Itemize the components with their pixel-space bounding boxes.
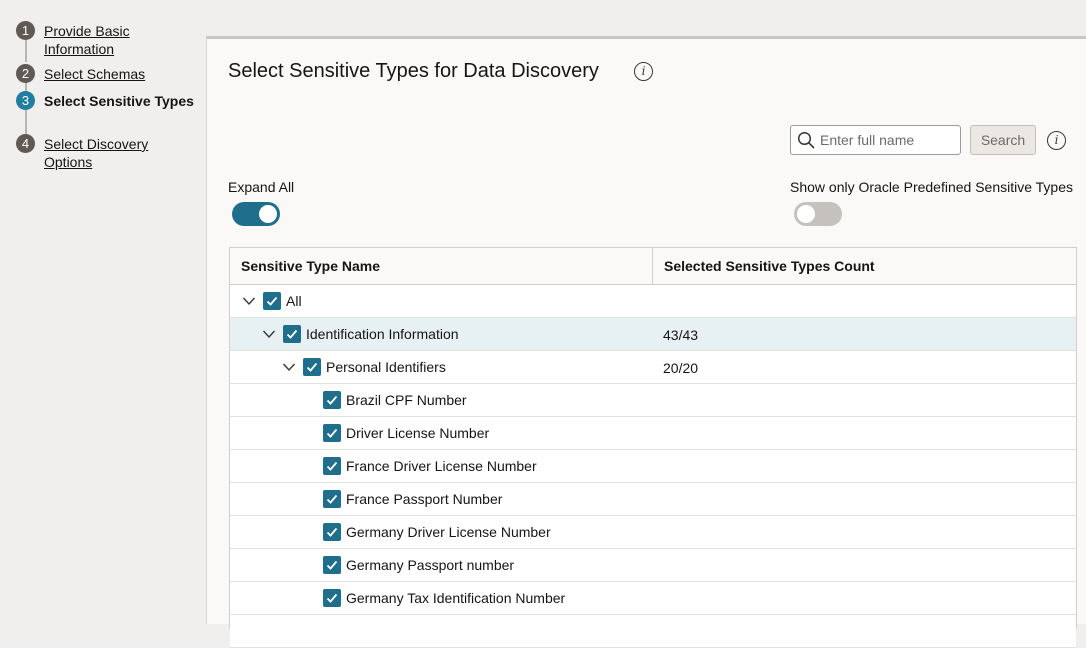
table-row[interactable] — [230, 615, 1076, 648]
row-label: All — [286, 293, 302, 309]
checkmark-icon — [326, 395, 338, 405]
row-label: Personal Identifiers — [326, 359, 446, 375]
table-row[interactable]: Driver License Number — [230, 417, 1076, 450]
checkbox-checked[interactable] — [323, 424, 341, 442]
row-label: Driver License Number — [346, 425, 490, 441]
oracle-predefined-label: Show only Oracle Predefined Sensitive Ty… — [790, 179, 1074, 195]
step-number: 3 — [16, 91, 35, 110]
chevron-down-icon[interactable] — [282, 360, 296, 374]
page-title: Select Sensitive Types for Data Discover… — [228, 60, 599, 82]
row-label: Germany Driver License Number — [346, 524, 551, 540]
checkmark-icon — [326, 527, 338, 537]
checkbox-checked[interactable] — [303, 358, 321, 376]
row-label: Germany Tax Identification Number — [346, 590, 566, 606]
row-label: Germany Passport number — [346, 557, 515, 573]
main-panel: Select Sensitive Types for Data Discover… — [206, 36, 1086, 648]
search-button[interactable]: Search — [970, 125, 1036, 155]
row-label: France Driver License Number — [346, 458, 537, 474]
checkbox-checked[interactable] — [323, 457, 341, 475]
checkbox-checked[interactable] — [323, 556, 341, 574]
train-connector — [25, 82, 27, 91]
switch-knob — [797, 205, 815, 223]
checkmark-icon — [326, 560, 338, 570]
row-count: 43/43 — [663, 327, 699, 343]
row-label: Identification Information — [306, 326, 459, 342]
table-row[interactable]: Personal Identifiers 20/20 — [230, 351, 1076, 384]
step-label[interactable]: Select Discovery Options — [44, 135, 194, 171]
checkbox-checked[interactable] — [323, 490, 341, 508]
table-header: Sensitive Type Name Selected Sensitive T… — [230, 248, 1076, 285]
sensitive-types-table: Sensitive Type Name Selected Sensitive T… — [229, 247, 1077, 648]
checkbox-checked[interactable] — [323, 523, 341, 541]
progress-train: 1 Provide Basic Information 2 Select Sch… — [0, 0, 206, 621]
table-row[interactable]: Identification Information 43/43 — [230, 318, 1076, 351]
column-header-name[interactable]: Sensitive Type Name — [241, 248, 380, 284]
step-label[interactable]: Provide Basic Information — [44, 22, 194, 58]
expand-all-label: Expand All — [228, 179, 295, 195]
table-row[interactable]: Germany Driver License Number — [230, 516, 1076, 549]
train-connector — [25, 40, 27, 62]
expand-all-switch[interactable] — [232, 202, 280, 226]
search-field[interactable] — [790, 125, 961, 155]
search-input[interactable] — [820, 126, 954, 154]
table-row[interactable]: France Driver License Number — [230, 450, 1076, 483]
checkmark-icon — [326, 494, 338, 504]
checkbox-checked[interactable] — [323, 589, 341, 607]
column-header-count[interactable]: Selected Sensitive Types Count — [664, 248, 875, 284]
info-icon[interactable]: i — [1047, 131, 1066, 150]
checkmark-icon — [306, 362, 318, 372]
chevron-down-icon[interactable] — [262, 327, 276, 341]
info-icon[interactable]: i — [634, 62, 653, 81]
checkmark-icon — [286, 329, 298, 339]
train-connector — [25, 109, 27, 134]
checkbox-checked[interactable] — [323, 391, 341, 409]
checkbox-checked[interactable] — [283, 325, 301, 343]
step-number: 4 — [16, 134, 35, 153]
checkmark-icon — [326, 428, 338, 438]
checkmark-icon — [326, 461, 338, 471]
checkbox-checked[interactable] — [263, 292, 281, 310]
step-label[interactable]: Select Schemas — [44, 65, 194, 83]
table-row[interactable]: France Passport Number — [230, 483, 1076, 516]
column-divider[interactable] — [652, 248, 653, 284]
checkmark-icon — [326, 593, 338, 603]
table-row[interactable]: Germany Tax Identification Number — [230, 582, 1076, 615]
step-number: 1 — [16, 21, 35, 40]
search-icon — [797, 131, 815, 149]
row-count: 20/20 — [663, 360, 699, 376]
switch-knob — [259, 205, 277, 223]
step-number: 2 — [16, 64, 35, 83]
table-row[interactable]: All — [230, 285, 1076, 318]
chevron-down-icon[interactable] — [242, 294, 256, 308]
row-label: France Passport Number — [346, 491, 503, 507]
oracle-predefined-switch[interactable] — [794, 202, 842, 226]
table-row[interactable]: Brazil CPF Number — [230, 384, 1076, 417]
step-label: Select Sensitive Types — [44, 93, 194, 109]
checkmark-icon — [266, 296, 278, 306]
row-label: Brazil CPF Number — [346, 392, 467, 408]
table-row[interactable]: Germany Passport number — [230, 549, 1076, 582]
